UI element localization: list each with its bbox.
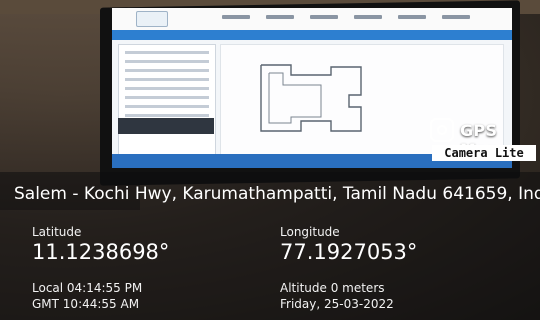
screen-side-panel	[118, 44, 216, 164]
screen-nav-item	[310, 15, 338, 19]
screen-nav	[222, 15, 470, 19]
app-subtitle: Camera Lite	[432, 145, 536, 161]
screen-nav-item	[442, 15, 470, 19]
latitude-label: Latitude	[32, 225, 82, 239]
monitor-screen	[112, 8, 512, 168]
longitude-label: Longitude	[280, 225, 340, 239]
screen-nav-item	[266, 15, 294, 19]
gmt-time: GMT 10:44:55 AM	[32, 297, 140, 311]
screen-logo	[136, 11, 168, 27]
local-time: Local 04:14:55 PM	[32, 281, 143, 295]
screen-nav-item	[354, 15, 382, 19]
altitude-text: Altitude 0 meters	[280, 281, 385, 295]
screen-toolbar	[112, 30, 512, 40]
latitude-value: 11.1238698°	[32, 240, 170, 264]
longitude-value: 77.1927053°	[280, 240, 418, 264]
camera-lens-icon	[430, 118, 454, 142]
date-text: Friday, 25-03-2022	[280, 297, 394, 311]
screen-nav-item	[398, 15, 426, 19]
screen-dark-row	[118, 118, 214, 134]
screen-nav-item	[222, 15, 250, 19]
address-text: Salem - Kochi Hwy, Karumathampatti, Tami…	[14, 184, 540, 204]
screen-header	[112, 8, 512, 31]
